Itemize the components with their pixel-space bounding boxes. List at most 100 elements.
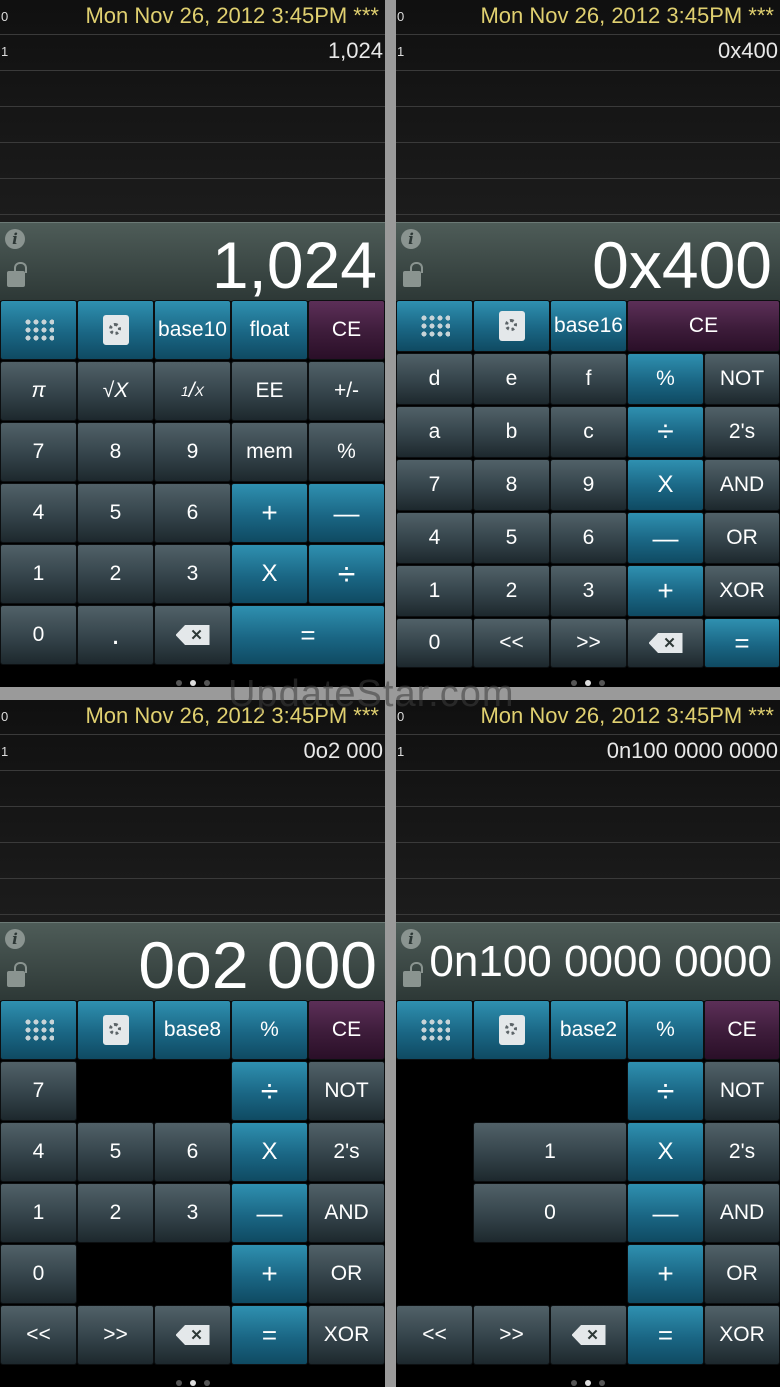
minus-button[interactable]: —: [627, 1183, 704, 1243]
digit-4-button[interactable]: 4: [0, 1122, 77, 1182]
equals-button[interactable]: =: [627, 1305, 704, 1365]
digit-8-button[interactable]: 8: [473, 459, 550, 511]
memory-button[interactable]: mem: [231, 422, 308, 482]
ce-button[interactable]: CE: [308, 300, 385, 360]
digit-0-button[interactable]: 0: [0, 605, 77, 665]
minus-button[interactable]: —: [627, 512, 704, 564]
digit-7-button[interactable]: 7: [0, 1061, 77, 1121]
base-button[interactable]: base2: [550, 1000, 627, 1060]
ce-button[interactable]: CE: [308, 1000, 385, 1060]
multiply-button[interactable]: X: [627, 459, 704, 511]
xor-button[interactable]: XOR: [308, 1305, 385, 1365]
hex-f-button[interactable]: f: [550, 353, 627, 405]
digit-9-button[interactable]: 9: [550, 459, 627, 511]
ce-button[interactable]: CE: [704, 1000, 780, 1060]
and-button[interactable]: AND: [704, 1183, 780, 1243]
info-icon[interactable]: i: [401, 229, 421, 249]
or-button[interactable]: OR: [308, 1244, 385, 1304]
shift-left-button[interactable]: <<: [396, 1305, 473, 1365]
unlock-icon[interactable]: [7, 962, 27, 987]
base-button[interactable]: base8: [154, 1000, 231, 1060]
twos-complement-button[interactable]: 2's: [704, 1122, 780, 1182]
digit-5-button[interactable]: 5: [77, 1122, 154, 1182]
equals-button[interactable]: =: [231, 605, 385, 665]
info-icon[interactable]: i: [5, 229, 25, 249]
digit-1-button[interactable]: 1: [473, 1122, 627, 1182]
divide-button[interactable]: ÷: [308, 544, 385, 604]
divide-button[interactable]: ÷: [627, 406, 704, 458]
hex-b-button[interactable]: b: [473, 406, 550, 458]
not-button[interactable]: NOT: [308, 1061, 385, 1121]
sqrt-button[interactable]: √X: [77, 361, 154, 421]
percent-button[interactable]: %: [308, 422, 385, 482]
not-button[interactable]: NOT: [704, 353, 780, 405]
backspace-button[interactable]: ✕: [154, 1305, 231, 1365]
twos-complement-button[interactable]: 2's: [704, 406, 780, 458]
digit-4-button[interactable]: 4: [396, 512, 473, 564]
digit-9-button[interactable]: 9: [154, 422, 231, 482]
xor-button[interactable]: XOR: [704, 565, 780, 617]
digit-1-button[interactable]: 1: [0, 1183, 77, 1243]
or-button[interactable]: OR: [704, 512, 780, 564]
ee-button[interactable]: EE: [231, 361, 308, 421]
unlock-icon[interactable]: [7, 262, 27, 287]
grid-layout-button[interactable]: [396, 1000, 473, 1060]
digit-7-button[interactable]: 7: [396, 459, 473, 511]
xor-button[interactable]: XOR: [704, 1305, 780, 1365]
digit-1-button[interactable]: 1: [396, 565, 473, 617]
settings-button[interactable]: [473, 300, 550, 352]
settings-button[interactable]: [77, 1000, 154, 1060]
minus-button[interactable]: —: [308, 483, 385, 543]
digit-6-button[interactable]: 6: [154, 1122, 231, 1182]
and-button[interactable]: AND: [308, 1183, 385, 1243]
digit-7-button[interactable]: 7: [0, 422, 77, 482]
plus-button[interactable]: +: [231, 1244, 308, 1304]
unlock-icon[interactable]: [403, 962, 423, 987]
equals-button[interactable]: =: [231, 1305, 308, 1365]
hex-d-button[interactable]: d: [396, 353, 473, 405]
digit-3-button[interactable]: 3: [154, 544, 231, 604]
hex-a-button[interactable]: a: [396, 406, 473, 458]
digit-6-button[interactable]: 6: [550, 512, 627, 564]
ce-button[interactable]: CE: [627, 300, 780, 352]
digit-2-button[interactable]: 2: [77, 544, 154, 604]
settings-button[interactable]: [473, 1000, 550, 1060]
plus-button[interactable]: +: [627, 565, 704, 617]
digit-0-button[interactable]: 0: [0, 1244, 77, 1304]
multiply-button[interactable]: X: [231, 544, 308, 604]
backspace-button[interactable]: ✕: [550, 1305, 627, 1365]
shift-right-button[interactable]: >>: [550, 618, 627, 668]
hex-e-button[interactable]: e: [473, 353, 550, 405]
unlock-icon[interactable]: [403, 262, 423, 287]
digit-1-button[interactable]: 1: [0, 544, 77, 604]
info-icon[interactable]: i: [401, 929, 421, 949]
digit-4-button[interactable]: 4: [0, 483, 77, 543]
percent-button[interactable]: %: [627, 353, 704, 405]
digit-2-button[interactable]: 2: [473, 565, 550, 617]
plus-button[interactable]: +: [231, 483, 308, 543]
digit-3-button[interactable]: 3: [154, 1183, 231, 1243]
grid-layout-button[interactable]: [396, 300, 473, 352]
shift-left-button[interactable]: <<: [473, 618, 550, 668]
twos-complement-button[interactable]: 2's: [308, 1122, 385, 1182]
settings-button[interactable]: [77, 300, 154, 360]
backspace-button[interactable]: ✕: [154, 605, 231, 665]
shift-left-button[interactable]: <<: [0, 1305, 77, 1365]
digit-6-button[interactable]: 6: [154, 483, 231, 543]
or-button[interactable]: OR: [704, 1244, 780, 1304]
grid-layout-button[interactable]: [0, 1000, 77, 1060]
reciprocal-button[interactable]: 1/X: [154, 361, 231, 421]
plus-button[interactable]: +: [627, 1244, 704, 1304]
percent-button[interactable]: %: [231, 1000, 308, 1060]
percent-button[interactable]: %: [627, 1000, 704, 1060]
sign-toggle-button[interactable]: +/-: [308, 361, 385, 421]
pi-button[interactable]: π: [0, 361, 77, 421]
digit-2-button[interactable]: 2: [77, 1183, 154, 1243]
digit-0-button[interactable]: 0: [473, 1183, 627, 1243]
digit-3-button[interactable]: 3: [550, 565, 627, 617]
float-button[interactable]: float: [231, 300, 308, 360]
equals-button[interactable]: =: [704, 618, 780, 668]
grid-layout-button[interactable]: [0, 300, 77, 360]
base-button[interactable]: base16: [550, 300, 627, 352]
minus-button[interactable]: —: [231, 1183, 308, 1243]
